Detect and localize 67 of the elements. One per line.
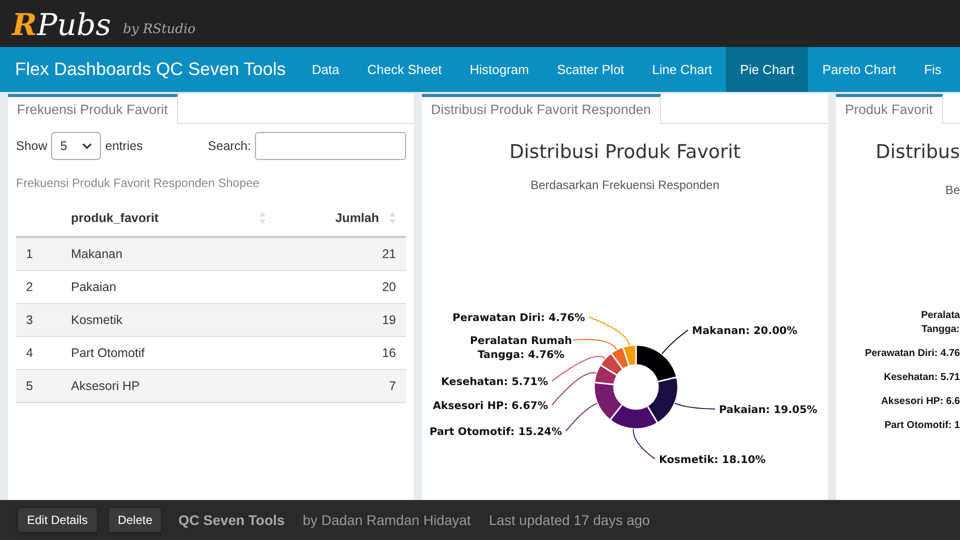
- entries-select[interactable]: 5: [51, 132, 102, 160]
- data-label: Aksesori HP: 6.6: [881, 394, 960, 408]
- footer-button[interactable]: Edit Details: [17, 507, 98, 533]
- data-label: Kesehatan: 5.71%: [441, 376, 548, 388]
- row-index: 2: [25, 278, 34, 296]
- chart-subtitle: Berdasarkan Frekuensi Responden: [530, 176, 720, 194]
- data-label: Part Otomotif: 15.24%: [430, 426, 562, 438]
- leader-line: [552, 372, 597, 405]
- data-label: Peralatan Rumah Tangga: 4.76%: [470, 334, 572, 360]
- row-index: 1: [25, 246, 34, 263]
- nav-tab[interactable]: Line Chart: [638, 47, 726, 92]
- nav-tab[interactable]: Scatter Plot: [542, 47, 638, 92]
- chart-title: Distribusi Produk Favorit: [509, 140, 741, 165]
- row-index: 5: [25, 378, 34, 395]
- nav-tab[interactable]: Histogram: [456, 47, 543, 92]
- dashboard-title: Flex Dashboards QC Seven Tools: [14, 58, 287, 81]
- data-label: Part Otomotif: 1: [884, 418, 960, 432]
- leader-line: [632, 428, 656, 459]
- column-header[interactable]: Jumlah: [335, 208, 379, 228]
- chart-subtitle: Be: [945, 182, 960, 198]
- entries-label: entries: [105, 138, 143, 155]
- data-label: Kesehatan: 5.71: [884, 370, 960, 384]
- table-cell-text: Pakaian: [71, 278, 118, 296]
- panel-tab[interactable]: Distribusi Produk Favorit Responden: [422, 94, 661, 124]
- nav-tab[interactable]: Check Sheet: [353, 47, 456, 92]
- table-cell-text: 20: [382, 278, 397, 296]
- table-cell-text: Kosmetik: [71, 312, 124, 329]
- leader-line: [674, 402, 716, 409]
- table-cell-text: 19: [382, 312, 397, 329]
- row-index: 3: [25, 312, 34, 329]
- table-cell-text: 21: [382, 246, 397, 263]
- sort-icon[interactable]: [259, 211, 266, 225]
- table-cell-text: 16: [382, 344, 397, 362]
- document-title: QC Seven Tools: [178, 510, 285, 530]
- chart-title: Distribus: [876, 140, 960, 165]
- updated-text: Last updated 17 days ago: [488, 510, 650, 530]
- data-label: Pakaian: 19.05%: [719, 404, 818, 416]
- table-caption: Frekuensi Produk Favorit Responden Shopee: [16, 175, 260, 192]
- rpubs-logo[interactable]: RPubs: [12, 11, 112, 41]
- search-label: Search:: [208, 138, 251, 155]
- column-header[interactable]: produk_favorit: [71, 208, 159, 228]
- data-label: Makanan: 20.00%: [692, 324, 798, 336]
- data-label: Perawatan Diri: 4.76%: [452, 312, 585, 324]
- nav-tab[interactable]: Pie Chart: [726, 47, 808, 92]
- data-label: Peralata Tangga:: [921, 308, 960, 336]
- leader-line: [566, 402, 598, 431]
- row-index: 4: [25, 344, 34, 362]
- author-text: by Dadan Ramdan Hidayat: [302, 510, 471, 530]
- data-label: Perawatan Diri: 4.76: [864, 346, 960, 360]
- caret-icon: [82, 142, 92, 150]
- sort-icon[interactable]: [389, 211, 396, 225]
- panel-tab[interactable]: Frekuensi Produk Favorit: [8, 94, 178, 124]
- table-cell-text: Part Otomotif: [71, 344, 146, 362]
- panel-tab[interactable]: Produk Favorit: [836, 94, 943, 124]
- show-label: Show: [16, 138, 48, 155]
- table-cell-text: Aksesori HP: [71, 378, 141, 395]
- nav-tab[interactable]: Fis: [910, 47, 956, 92]
- leader-line: [661, 329, 688, 354]
- nav-tab[interactable]: Data: [298, 47, 354, 92]
- nav-tab[interactable]: Pareto Chart: [808, 47, 910, 92]
- search-field[interactable]: [255, 132, 406, 160]
- data-label: Aksesori HP: 6.67%: [432, 400, 548, 412]
- table-cell-text: 7: [389, 378, 397, 395]
- data-label: Kosmetik: 18.10%: [659, 454, 766, 466]
- table-cell-text: Makanan: [71, 246, 124, 263]
- footer-button[interactable]: Delete: [108, 507, 162, 533]
- byline-text: by RStudio: [123, 20, 196, 38]
